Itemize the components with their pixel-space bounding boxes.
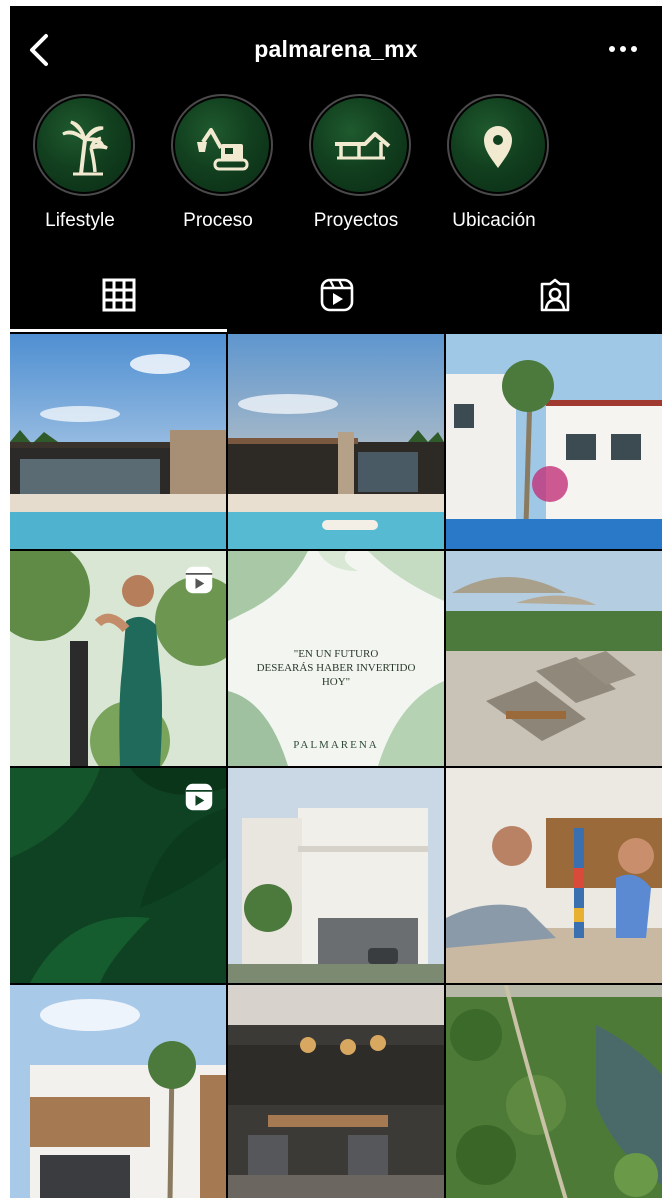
post-image <box>228 768 444 983</box>
post-tile[interactable] <box>446 551 662 766</box>
post-image <box>228 334 444 549</box>
post-image <box>10 334 226 549</box>
house-roof-icon <box>313 98 407 192</box>
grid-icon <box>102 278 136 312</box>
post-tile[interactable] <box>228 768 444 983</box>
more-horizontal-icon[interactable] <box>606 36 640 62</box>
profile-username: palmarena_mx <box>254 36 418 62</box>
brand-logo-text: PALMARENA <box>293 739 379 751</box>
highlight-label: Proceso <box>183 210 253 231</box>
post-tile[interactable] <box>10 985 226 1198</box>
post-tile[interactable] <box>228 334 444 549</box>
highlight-label: Ubicación <box>452 210 536 231</box>
posts-grid: "EN UN FUTURO DESEARÁS HABER INVERTIDO H… <box>10 334 662 1198</box>
tagged-person-icon <box>540 278 570 312</box>
map-pin-icon <box>451 98 545 192</box>
profile-tabs <box>10 264 662 334</box>
post-image <box>446 768 662 983</box>
highlight-label: Lifestyle <box>45 210 115 231</box>
excavator-icon <box>175 98 269 192</box>
post-image <box>228 985 444 1198</box>
post-image <box>446 334 662 549</box>
post-image <box>10 985 226 1198</box>
post-tile[interactable] <box>228 985 444 1198</box>
selected-tab-indicator <box>10 329 227 332</box>
quote-text: "EN UN FUTURO DESEARÁS HABER INVERTIDO H… <box>256 648 416 688</box>
post-tile[interactable] <box>446 334 662 549</box>
post-tile[interactable] <box>10 334 226 549</box>
reels-icon <box>320 278 354 312</box>
reel-badge-icon <box>184 782 214 812</box>
highlight-label: Proyectos <box>313 210 399 231</box>
top-bar: palmarena_mx <box>10 6 662 94</box>
tab-reels[interactable] <box>228 264 445 334</box>
post-tile[interactable] <box>446 985 662 1198</box>
palm-tree-icon <box>37 98 131 192</box>
instagram-profile-screen: palmarena_mx Lifestyle Proceso Proyectos… <box>10 6 662 1198</box>
post-image <box>446 985 662 1198</box>
post-tile[interactable] <box>10 551 226 766</box>
post-tile[interactable] <box>10 768 226 983</box>
tab-posts-grid[interactable] <box>10 264 227 334</box>
reel-badge-icon <box>184 565 214 595</box>
post-tile[interactable]: "EN UN FUTURO DESEARÁS HABER INVERTIDO H… <box>228 551 444 766</box>
story-highlights: Lifestyle Proceso Proyectos Ubicación <box>10 94 662 244</box>
tab-tagged[interactable] <box>446 264 662 334</box>
post-image <box>446 551 662 766</box>
post-tile[interactable] <box>446 768 662 983</box>
